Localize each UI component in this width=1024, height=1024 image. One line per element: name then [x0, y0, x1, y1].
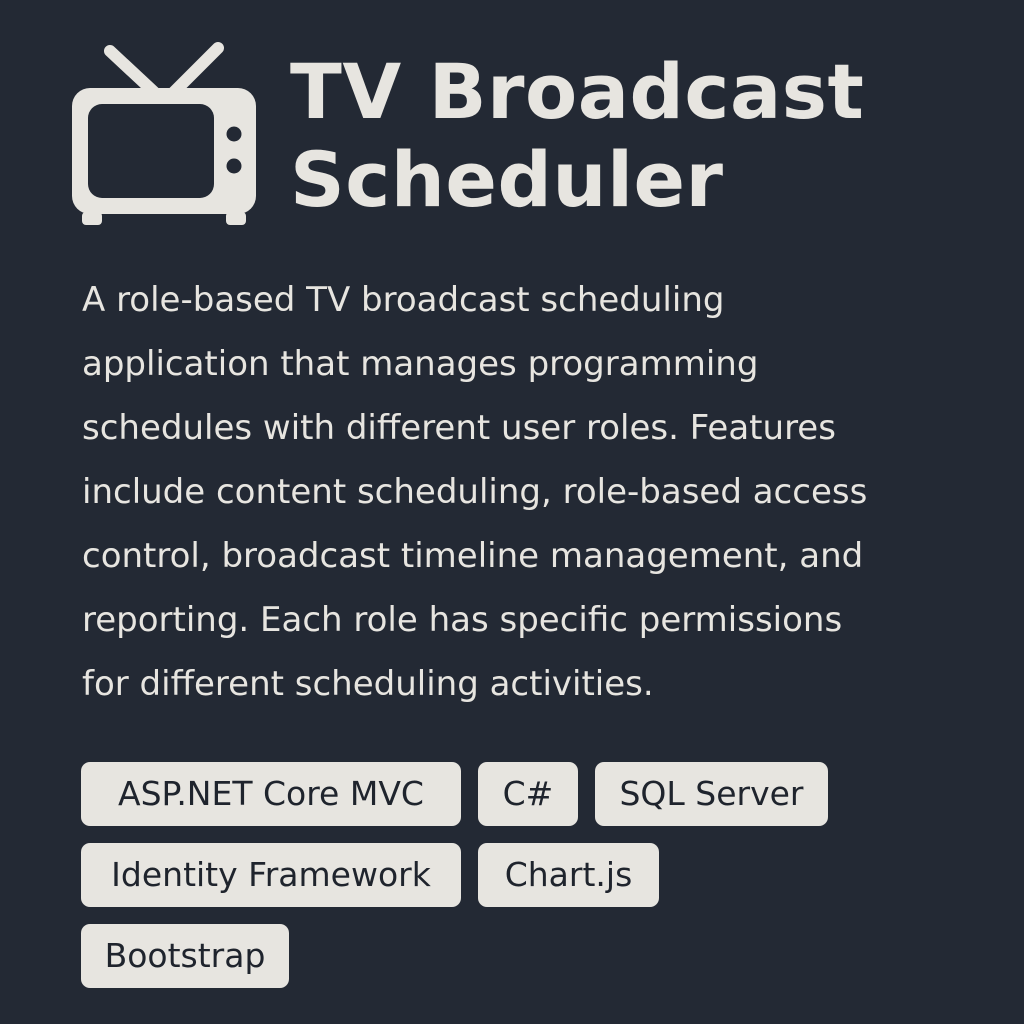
- description-line-4: include content scheduling, role-based a…: [82, 472, 868, 512]
- description-line-5: control, broadcast timeline management, …: [82, 536, 864, 576]
- tag-aspnet-core-mvc: ASP.NET Core MVC: [81, 762, 461, 826]
- description-line-3: schedules with different user roles. Fea…: [82, 408, 836, 448]
- description-line-6: reporting. Each role has specific permis…: [82, 600, 843, 640]
- header: TV Broadcast Scheduler: [72, 40, 972, 230]
- description-line-2: application that manages programming: [82, 344, 759, 384]
- tv-icon: [72, 42, 256, 225]
- tag-bootstrap: Bootstrap: [81, 924, 289, 988]
- project-description: A role-based TV broadcast scheduling app…: [82, 268, 942, 716]
- tag-chartjs: Chart.js: [478, 843, 659, 907]
- tag-csharp: C#: [478, 762, 578, 826]
- tag-row-2: Identity Framework Chart.js: [81, 843, 861, 907]
- page-title: TV Broadcast Scheduler: [290, 48, 864, 224]
- tag-identity-framework: Identity Framework: [81, 843, 461, 907]
- tag-sql-server: SQL Server: [595, 762, 828, 826]
- description-line-7: for different scheduling activities.: [82, 664, 654, 704]
- tag-row-1: ASP.NET Core MVC C# SQL Server: [81, 762, 861, 826]
- title-line-1: TV Broadcast: [290, 47, 865, 136]
- description-line-1: A role-based TV broadcast scheduling: [82, 280, 725, 320]
- title-line-2: Scheduler: [290, 135, 724, 224]
- tag-row-3: Bootstrap: [81, 924, 861, 988]
- technology-tags: ASP.NET Core MVC C# SQL Server Identity …: [81, 762, 861, 1005]
